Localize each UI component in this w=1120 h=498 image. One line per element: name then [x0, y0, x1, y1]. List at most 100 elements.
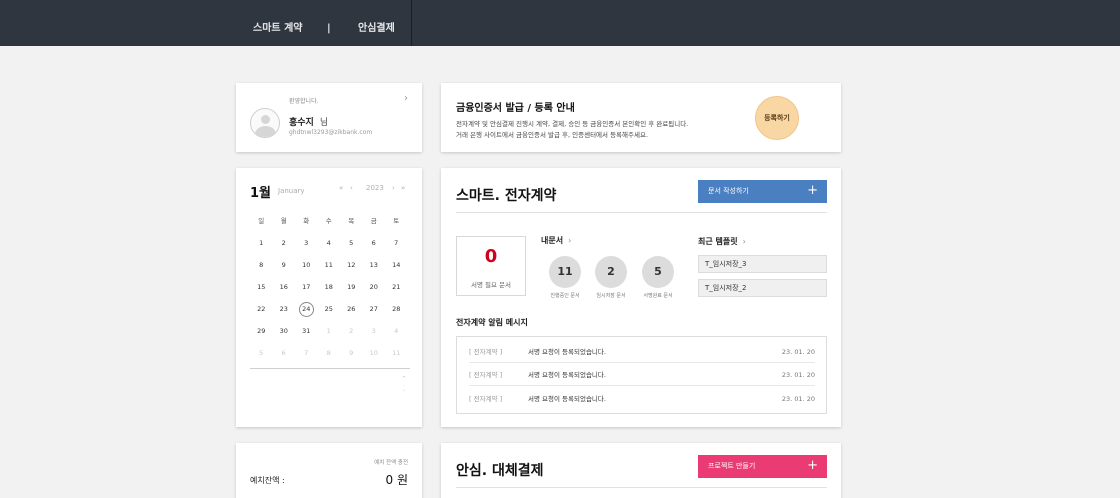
calendar-day[interactable]: 16 [273, 280, 296, 302]
next-year-icon[interactable]: » [401, 184, 405, 192]
calendar-day-next-month[interactable]: 10 [363, 346, 386, 368]
create-project-label: 프로젝트 만들기 [708, 462, 756, 470]
message-row[interactable]: [ 전자계약 ] 서명 요청이 등록되었습니다. 23. 01. 20 [469, 388, 815, 410]
create-project-button[interactable]: 프로젝트 만들기 + [698, 455, 827, 478]
temp-saved-label: 임시저장 문서 [596, 293, 626, 299]
notice-title: 금융인증서 발급 / 등록 안내 [456, 103, 575, 114]
chevron-right-icon: › [742, 237, 746, 246]
message-text: 서명 요청이 등록되었습니다. [528, 371, 606, 379]
deposit-charge-link[interactable]: 예치 잔액 충전 [374, 458, 408, 466]
weekday-label: 일 [258, 217, 265, 225]
weekday-label: 금 [370, 217, 377, 225]
message-row[interactable]: [ 전자계약 ] 서명 요청이 등록되었습니다. 23. 01. 20 [469, 364, 815, 386]
calendar-day-next-month[interactable]: 7 [295, 346, 318, 368]
calendar-day-next-month[interactable]: 2 [340, 324, 363, 346]
message-section-title: 전자계약 알림 메시지 [456, 318, 528, 327]
register-certificate-button[interactable]: 등록하기 [755, 96, 799, 140]
message-category: [ 전자계약 ] [469, 348, 503, 356]
calendar-day[interactable]: 30 [273, 324, 296, 346]
my-documents-link[interactable]: 내문서 › [541, 235, 571, 246]
recent-templates-link[interactable]: 최근 템플릿 › [698, 236, 746, 247]
balance-card: 예치 잔액 충전 예치잔액 : 0 원 [236, 443, 422, 498]
calendar-day[interactable]: 11 [318, 258, 341, 280]
calendar-day[interactable]: 31 [295, 324, 318, 346]
calendar-day[interactable]: 10 [295, 258, 318, 280]
weekday-label: 토 [393, 217, 400, 225]
calendar-day-next-month[interactable]: 9 [340, 346, 363, 368]
calendar-day-next-month[interactable]: 5 [250, 346, 273, 368]
calendar-day[interactable]: 8 [250, 258, 273, 280]
calendar-day-next-month[interactable]: 8 [318, 346, 341, 368]
calendar-day[interactable]: 19 [340, 280, 363, 302]
calendar-day-today[interactable]: 24 [295, 302, 318, 324]
calendar-day[interactable]: 14 [385, 258, 408, 280]
calendar-day[interactable]: 2 [273, 236, 296, 258]
message-date: 23. 01. 20 [781, 395, 815, 403]
calendar-day[interactable]: 15 [250, 280, 273, 302]
calendar-day[interactable]: 18 [318, 280, 341, 302]
next-month-icon[interactable]: › [392, 184, 395, 192]
user-name-text: 홍수지 [289, 118, 314, 128]
nav-safe-payment[interactable]: 안심결제 [358, 0, 395, 46]
profile-chevron-right-icon[interactable]: › [404, 93, 408, 104]
user-name: 홍수지 님 [289, 115, 328, 128]
prev-month-icon[interactable]: ‹ [350, 184, 353, 192]
message-category: [ 전자계약 ] [469, 395, 503, 403]
calendar-day-next-month[interactable]: 1 [318, 324, 341, 346]
calendar-day[interactable]: 28 [385, 302, 408, 324]
balance-label: 예치잔액 : [250, 476, 285, 485]
calendar-day[interactable]: 9 [273, 258, 296, 280]
weekday-label: 수 [325, 217, 332, 225]
calendar-day-next-month[interactable]: 3 [363, 324, 386, 346]
signed-count[interactable]: 5 [642, 256, 674, 288]
calendar-day[interactable]: 1 [250, 236, 273, 258]
calendar-card: 1월 January « ‹ 2023 › » 일 월 화 수 목 금 토 1 … [236, 168, 422, 427]
sign-required-box[interactable]: 0 서명 필요 문서 [456, 236, 526, 296]
temp-saved-count[interactable]: 2 [595, 256, 627, 288]
template-item[interactable]: T_임시저장_2 [698, 279, 827, 297]
weekday-label: 목 [348, 217, 355, 225]
calendar-day[interactable]: 6 [363, 236, 386, 258]
message-text: 서명 요청이 등록되었습니다. [528, 348, 606, 356]
calendar-day[interactable]: 4 [318, 236, 341, 258]
calendar-day[interactable]: 17 [295, 280, 318, 302]
calendar-day[interactable]: 27 [363, 302, 386, 324]
calendar-day[interactable]: 12 [340, 258, 363, 280]
calendar-day[interactable]: 21 [385, 280, 408, 302]
calendar-day[interactable]: 3 [295, 236, 318, 258]
profile-card: 환영합니다. 홍수지 님 ghdtnwl3293@zikbank.com › [236, 83, 422, 152]
calendar-day[interactable]: 20 [363, 280, 386, 302]
in-progress-label: 진행중인 문서 [550, 293, 580, 299]
in-progress-count[interactable]: 11 [549, 256, 581, 288]
calendar-day-next-month[interactable]: 4 [385, 324, 408, 346]
signed-label: 서명완료 문서 [643, 293, 673, 299]
template-item[interactable]: T_임시저장_3 [698, 255, 827, 273]
calendar-week-row: 1 2 3 4 5 6 7 [250, 236, 410, 258]
calendar-grid: 일 월 화 수 목 금 토 1 2 3 4 5 6 7 8 9 10 11 12… [250, 214, 410, 368]
calendar-day-next-month[interactable]: 11 [385, 346, 408, 368]
message-date: 23. 01. 20 [781, 348, 815, 356]
calendar-day[interactable]: 5 [340, 236, 363, 258]
create-document-button[interactable]: 문서 작성하기 + [698, 180, 827, 203]
smart-contract-title: 스마트. 전자계약 [456, 188, 557, 204]
calendar-day[interactable]: 13 [363, 258, 386, 280]
calendar-day[interactable]: 22 [250, 302, 273, 324]
calendar-week-row: 15 16 17 18 19 20 21 [250, 280, 410, 302]
nav-smart-contract[interactable]: 스마트 계약 [253, 0, 302, 46]
user-email: ghdtnwl3293@zikbank.com [289, 129, 373, 136]
calendar-day[interactable]: 29 [250, 324, 273, 346]
calendar-scroll-indicator[interactable]: ^ · ˅ [400, 376, 408, 397]
calendar-week-row: 22 23 24 25 26 27 28 [250, 302, 410, 324]
message-text: 서명 요청이 등록되었습니다. [528, 395, 606, 403]
nav-separator-line [411, 0, 412, 46]
calendar-divider [250, 368, 410, 369]
message-row[interactable]: [ 전자계약 ] 서명 요청이 등록되었습니다. 23. 01. 20 [469, 341, 815, 363]
prev-year-icon[interactable]: « [339, 184, 343, 192]
calendar-day[interactable]: 25 [318, 302, 341, 324]
calendar-day[interactable]: 26 [340, 302, 363, 324]
calendar-day[interactable]: 7 [385, 236, 408, 258]
calendar-day[interactable]: 23 [273, 302, 296, 324]
safe-payment-card: 안심. 대체결제 프로젝트 만들기 + [441, 443, 841, 498]
calendar-day-next-month[interactable]: 6 [273, 346, 296, 368]
top-nav: 스마트 계약 | 안심결제 [0, 0, 1120, 46]
